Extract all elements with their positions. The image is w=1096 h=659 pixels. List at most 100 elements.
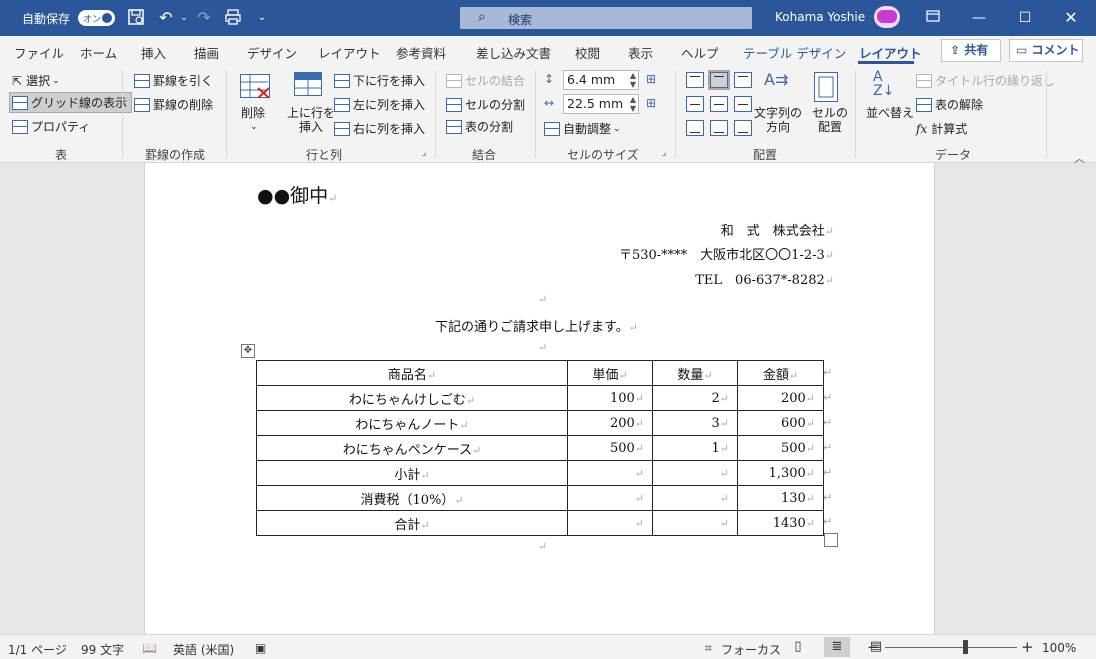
customize-qat-icon[interactable]: ⌄ <box>252 8 272 28</box>
row-height-input[interactable]: 6.4 mm ▲ ▼ <box>563 70 639 90</box>
table-header-cell[interactable]: 単価↵ <box>567 360 653 386</box>
table-header-cell[interactable]: 数量↵ <box>652 360 738 386</box>
table-cell[interactable]: わにちゃんけしごむ↵ <box>256 385 568 411</box>
table-cell[interactable]: 200↵ <box>737 385 824 411</box>
table-cell[interactable]: わにちゃんノート↵ <box>256 410 568 436</box>
spinner-icon[interactable]: ▲ ▼ <box>630 71 636 89</box>
sort-label[interactable]: 並べ替え <box>866 106 914 120</box>
undo-dropdown-icon[interactable]: ⌄ <box>174 8 194 28</box>
tab-home[interactable]: ホーム <box>80 43 117 62</box>
split-table-button[interactable]: 表の分割 <box>446 118 513 135</box>
comments-button[interactable]: ▭ コメント <box>1009 39 1083 62</box>
convert-to-text-button[interactable]: 表の解除 <box>916 96 983 113</box>
table-cell[interactable]: ↵ <box>567 510 653 536</box>
read-mode-icon[interactable]: ▯ <box>785 637 811 657</box>
zoom-slider[interactable] <box>885 647 1017 648</box>
align-top-left-icon[interactable] <box>686 72 704 88</box>
formula-button[interactable]: fx 計算式 <box>916 120 967 137</box>
table-cell[interactable]: 1430↵ <box>737 510 824 536</box>
table-header-cell[interactable]: 金額↵ <box>737 360 824 386</box>
print-layout-icon[interactable]: ≣ <box>824 637 850 657</box>
tab-help[interactable]: ヘルプ <box>681 43 719 62</box>
close-icon[interactable]: ✕ <box>1048 0 1094 36</box>
text-direction-label[interactable]: 文字列の 方向 <box>754 106 802 134</box>
table-cell[interactable]: 1,300↵ <box>737 460 824 486</box>
maximize-icon[interactable]: ☐ <box>1002 0 1048 36</box>
cell-margins-icon[interactable] <box>814 72 838 102</box>
insert-below-button[interactable]: 下に行を挿入 <box>334 72 425 89</box>
table-cell[interactable]: ↵ <box>652 460 738 486</box>
macro-record-icon[interactable]: ▣ <box>255 641 266 655</box>
document-page[interactable]: ●●御中↵ 和 式 株式会社↵ 〒530-**** 大阪市北区〇〇1-2-3↵ … <box>144 163 935 634</box>
table-resize-handle[interactable] <box>824 533 838 547</box>
table-cell[interactable]: 200↵ <box>567 410 653 436</box>
tab-file[interactable]: ファイル <box>14 43 64 62</box>
focus-icon[interactable]: ⌗ <box>705 641 712 656</box>
user-name[interactable]: Kohama Yoshie <box>775 10 865 24</box>
table-move-handle-icon[interactable]: ✥ <box>241 344 255 358</box>
autofit-button[interactable]: 自動調整 ⌄ <box>544 120 621 137</box>
zoom-in-icon[interactable]: + <box>1021 638 1034 656</box>
split-cells-button[interactable]: セルの分割 <box>446 96 525 113</box>
tab-references[interactable]: 参考資料 <box>396 43 446 62</box>
properties-button[interactable]: プロパティ <box>12 118 90 135</box>
save-icon[interactable] <box>126 8 146 28</box>
align-top-right-icon[interactable] <box>734 72 752 88</box>
tab-review[interactable]: 校閲 <box>575 43 600 62</box>
zoom-slider-thumb[interactable] <box>963 640 968 654</box>
table-cell[interactable]: 2↵ <box>652 385 738 411</box>
table-cell[interactable]: 500↵ <box>567 435 653 461</box>
table-cell[interactable]: 合計↵ <box>256 510 568 536</box>
autosave-toggle[interactable]: オン <box>78 10 115 26</box>
page-count[interactable]: 1/1 ページ <box>8 641 67 658</box>
align-center-right-icon[interactable] <box>734 96 752 112</box>
tab-view[interactable]: 表示 <box>628 43 653 62</box>
table-cell[interactable]: ↵ <box>567 485 653 511</box>
word-count[interactable]: 99 文字 <box>81 641 124 658</box>
undo-icon[interactable]: ↶ <box>156 8 176 28</box>
table-cell[interactable]: 消費税（10%）↵ <box>256 485 568 511</box>
table-cell[interactable]: 1↵ <box>652 435 738 461</box>
align-center-left-icon[interactable] <box>686 96 704 112</box>
align-bottom-right-icon[interactable] <box>734 120 752 136</box>
draw-table-button[interactable]: 罫線を引く <box>134 72 213 89</box>
align-top-center-icon[interactable] <box>708 70 730 90</box>
avatar[interactable] <box>874 6 900 28</box>
tab-table-design[interactable]: テーブル デザイン <box>743 43 846 62</box>
ribbon-display-options-icon[interactable] <box>910 0 956 36</box>
text-direction-icon[interactable]: A⇉ <box>764 70 788 89</box>
table-cell[interactable]: 500↵ <box>737 435 824 461</box>
tab-table-layout[interactable]: レイアウト <box>859 43 922 62</box>
redo-icon[interactable]: ↷ <box>194 8 214 28</box>
column-width-input[interactable]: 22.5 mm ▲ ▼ <box>563 94 639 114</box>
eraser-button[interactable]: 罫線の削除 <box>134 96 213 113</box>
insert-above-icon[interactable] <box>294 72 322 96</box>
language-indicator[interactable]: 英語 (米国) <box>173 641 234 658</box>
table-cell[interactable]: ↵ <box>652 485 738 511</box>
focus-mode-label[interactable]: フォーカス <box>721 641 781 658</box>
tab-mailings[interactable]: 差し込み文書 <box>476 43 551 62</box>
dialog-launcher-icon[interactable]: ⌟ <box>422 148 426 158</box>
align-bottom-center-icon[interactable] <box>710 120 728 136</box>
insert-above-label[interactable]: 上に行を 挿入 <box>287 106 335 134</box>
table-header-cell[interactable]: 商品名↵ <box>256 360 568 386</box>
distribute-rows-icon[interactable]: ⊞ <box>646 72 656 86</box>
table-cell[interactable]: 130↵ <box>737 485 824 511</box>
tab-insert[interactable]: 挿入 <box>141 43 166 62</box>
delete-table-icon[interactable] <box>240 74 270 98</box>
align-bottom-left-icon[interactable] <box>686 120 704 136</box>
tab-layout[interactable]: レイアウト <box>318 43 381 62</box>
table-cell[interactable]: 600↵ <box>737 410 824 436</box>
proofing-icon[interactable]: 📖 <box>142 641 157 655</box>
insert-right-button[interactable]: 右に列を挿入 <box>334 120 425 137</box>
table-cell[interactable]: わにちゃんペンケース↵ <box>256 435 568 461</box>
print-icon[interactable] <box>223 8 243 28</box>
view-gridlines-button[interactable]: グリッド線の表示 <box>9 92 133 113</box>
minimize-icon[interactable]: — <box>956 0 1002 36</box>
table-cell[interactable]: ↵ <box>652 510 738 536</box>
repeat-header-rows-button[interactable]: タイトル行の繰り返し <box>916 72 1055 89</box>
sort-icon[interactable]: A Z↓ <box>873 70 894 98</box>
search-input[interactable]: ⌕ 検索 <box>460 7 752 29</box>
tab-design[interactable]: デザイン <box>247 43 297 62</box>
cell-margins-label[interactable]: セルの 配置 <box>812 106 848 134</box>
